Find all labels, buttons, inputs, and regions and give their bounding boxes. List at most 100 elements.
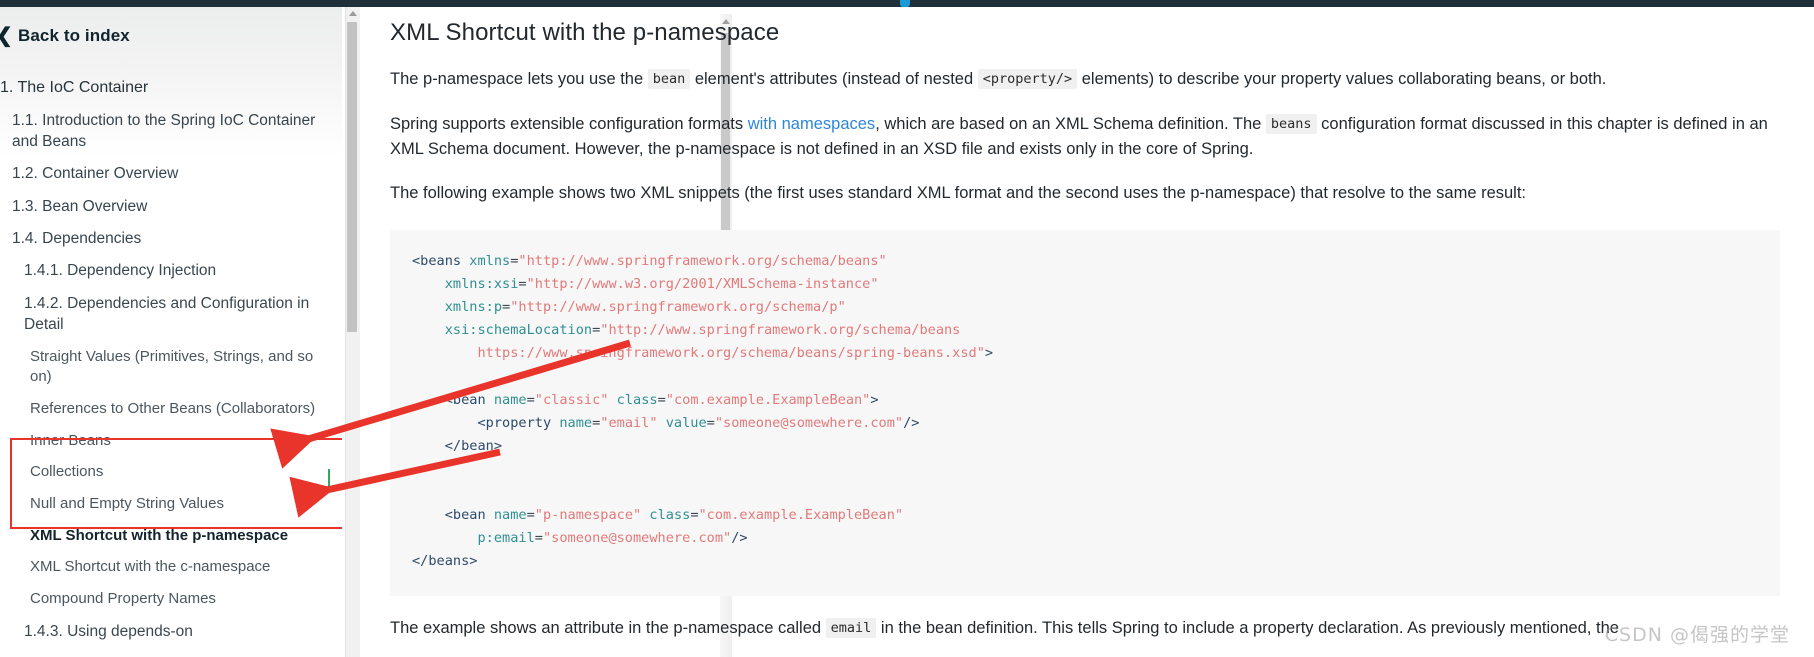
code-token-str: "someone@somewhere.com" [714,414,904,431]
code-token-plain: = [518,276,527,293]
sidebar-item-12[interactable]: XML Shortcut with the p-namespace [0,520,342,552]
sidebar-item-label: 1.1. Introduction to the Spring IoC Cont… [12,111,316,150]
code-token-plain: = [706,414,715,431]
inline-code-property: <property/> [977,69,1078,89]
code-token-tag: > [870,391,879,408]
code-token-str: "com.example.ExampleBean" [698,507,904,524]
code-token-attr: xsi:schemaLocation [444,322,593,339]
sidebar-item-label: 1.4. Dependencies [12,230,142,248]
code-token-plain: = [526,391,535,408]
code-token-str: "p-namespace" [534,507,642,524]
code-token-plain: = [534,530,543,547]
code-token-tag: > [984,345,994,362]
back-to-index-label: Back to index [18,26,130,45]
paragraph-example-explain: The example shows an attribute in the p-… [390,596,1775,641]
code-token-attr: name [493,391,527,408]
table-of-contents[interactable]: 1. The IoC Container 1.1. Introduction to… [0,71,342,648]
code-token-tag: <bean [444,391,494,408]
para4-text-1: The example shows an attribute in the p-… [390,618,826,637]
sidebar-item-label: Inner Beans [30,431,111,449]
code-token-attr: name [493,507,527,524]
code-token-attr: value [665,414,707,431]
sidebar-item-label: 1.2. Container Overview [12,165,179,183]
sidebar-item-9[interactable]: Inner Beans [0,425,342,457]
code-token-attr: class [616,391,658,408]
page-title: XML Shortcut with the p-namespace [390,19,780,46]
code-token-str: "http://www.springframework.org/schema/b… [518,253,887,269]
window-chrome-bar [0,0,1814,7]
code-token-attr: xmlns:p [444,299,503,316]
para4-text-2: in the bean definition. This tells Sprin… [876,618,1619,637]
sidebar-scrollbar-thumb[interactable] [347,22,357,332]
code-token-attr: p:email [477,530,535,547]
code-token-str: "someone@somewhere.com" [542,530,732,547]
sidebar-item-label: References to Other Beans (Collaborators… [30,399,316,417]
code-token-str: https://www.springframework.org/schema/b… [477,345,985,362]
code-block-xml[interactable]: <beans xmlns="http://www.springframework… [390,230,1780,596]
accent-indicator [900,0,910,7]
sidebar-item-4[interactable]: 1.4. Dependencies [0,223,342,255]
inline-code-beans: beans [1265,113,1317,134]
code-token-plain: = [526,507,535,524]
sidebar-item-3[interactable]: 1.3. Bean Overview [0,190,342,222]
sidebar-item-label: Collections [30,463,104,481]
sidebar-item-14[interactable]: Compound Property Names [0,584,342,616]
inline-code-email: email [825,617,877,638]
code-token-tag: /> [731,530,748,547]
sidebar-item-label: 1. The IoC Container [0,78,149,96]
code-token-tag: <bean [444,507,494,524]
code-token-attr: xmlns:xsi [444,276,519,293]
para1-text-2: element's attributes (instead of nested [690,70,978,88]
paragraph-intro: The p-namespace lets you use the bean el… [390,47,1775,92]
para2-text-2: , which are based on an XML Schema defin… [875,114,1266,133]
code-token-plain: = [657,391,666,408]
code-token-str: "email" [600,414,658,431]
sidebar-item-1[interactable]: 1.1. Introduction to the Spring IoC Cont… [0,104,342,158]
code-token-tag: </beans> [412,553,478,570]
sidebar-item-8[interactable]: References to Other Beans (Collaborators… [0,393,342,425]
watermark-text: CSDN @偈强的学堂 [1604,624,1790,646]
back-to-index-button[interactable]: ❮ Back to index [0,26,130,46]
sidebar-item-6[interactable]: 1.4.2. Dependencies and Configuration in… [0,287,342,341]
sidebar-item-7[interactable]: Straight Values (Primitives, Strings, an… [0,341,342,393]
sidebar-item-11[interactable]: Null and Empty String Values [0,489,342,521]
sidebar-item-0[interactable]: 1. The IoC Container [0,71,342,104]
code-token-tag: <property [477,414,560,431]
code-token-str: "http://www.springframework.org/schema/p… [510,299,846,316]
para2-text-1: Spring supports extensible configuration… [390,114,748,133]
sidebar-item-2[interactable]: 1.2. Container Overview [0,158,342,190]
sidebar-item-10[interactable]: Collections [0,457,342,489]
para1-text-1: The p-namespace lets you use the [390,70,648,88]
code-token-attr: name [559,414,593,431]
paragraph-example-lead: The following example shows two XML snip… [390,184,1527,203]
sidebar-item-5[interactable]: 1.4.1. Dependency Injection [0,255,342,287]
code-token-str: "com.example.ExampleBean" [665,391,871,408]
code-token-str: "http://www.w3.org/2001/XMLSchema-instan… [526,276,879,293]
para1-text-3: elements) to describe your property valu… [1077,70,1607,88]
paragraph-namespaces: Spring supports extensible configuration… [390,92,1775,162]
chevron-left-icon: ❮ [0,26,13,46]
sidebar-item-label: 1.4.1. Dependency Injection [24,262,217,280]
with-namespaces-link[interactable]: with namespaces [748,115,875,133]
sidebar-item-label: 1.4.2. Dependencies and Configuration in… [24,294,310,334]
code-token-plain: = [690,507,699,524]
sidebar-navigation[interactable]: ❮ Back to index 1. The IoC Container 1.1.… [0,7,342,657]
code-token-plain: = [502,299,511,316]
sidebar-item-13[interactable]: XML Shortcut with the c-namespace [0,552,342,584]
sidebar-item-label: XML Shortcut with the p-namespace [30,526,289,544]
annotation-green-tick [328,469,330,491]
sidebar-item-15[interactable]: 1.4.3. Using depends-on [0,615,342,647]
scroll-up-arrow-icon[interactable] [349,11,357,16]
sidebar-item-label: XML Shortcut with the c-namespace [30,558,271,576]
sidebar-item-label: Straight Values (Primitives, Strings, an… [30,347,314,386]
